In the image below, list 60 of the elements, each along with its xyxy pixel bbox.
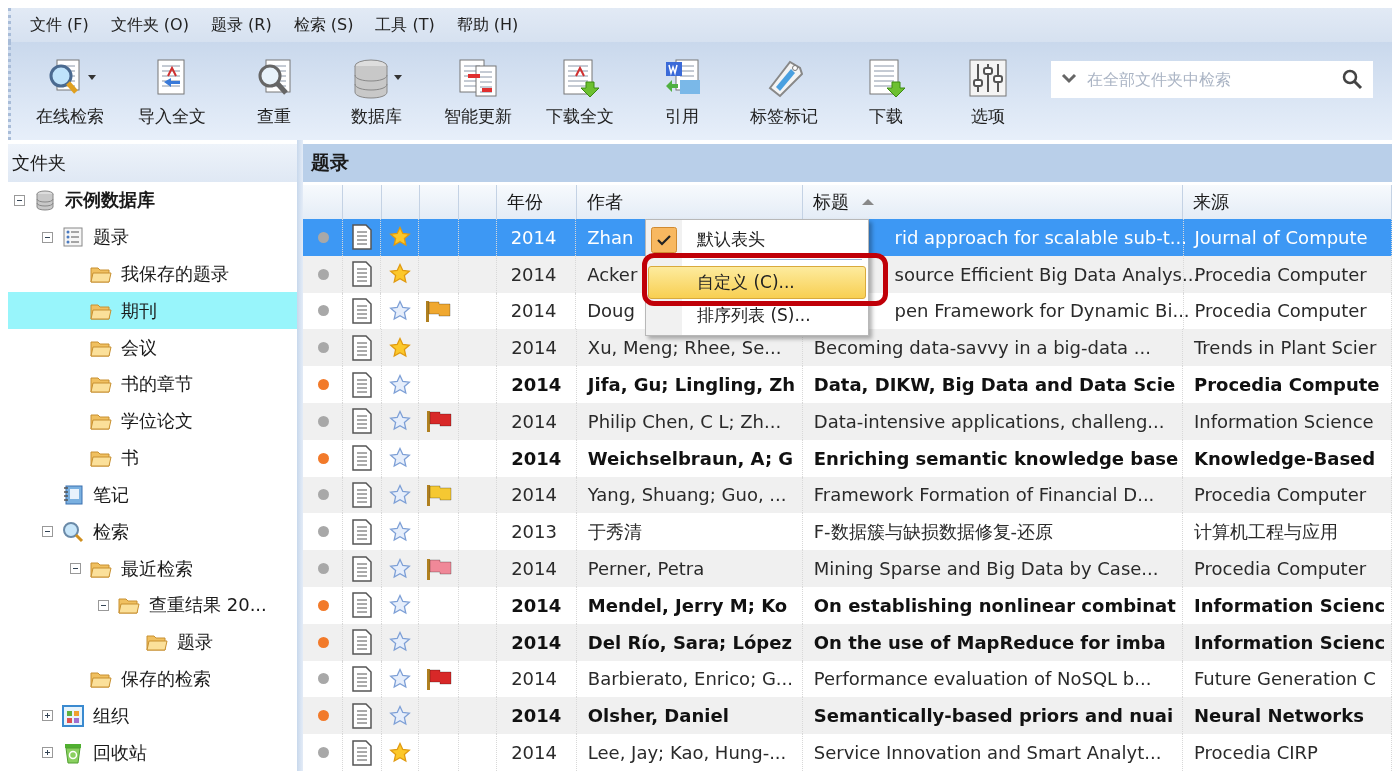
table-cell: Procedia Computer — [1193, 558, 1367, 580]
table-cell: 2014 — [511, 668, 557, 690]
table-cell: Becoming data-savvy in a big-data ... — [813, 337, 1151, 359]
table-cell: 2014 — [511, 447, 562, 469]
table-cell: Del Río, Sara; López — [587, 631, 792, 653]
table-cell: F-数据簇与缺损数据修复-还原 — [813, 519, 1054, 544]
table-cell: 2014 — [511, 410, 557, 432]
table-cell: Perner, Petra — [587, 558, 705, 580]
table-cell: 2014 — [511, 631, 562, 653]
table-cell: 于秀清 — [587, 519, 642, 544]
table-cell: Information Scienc — [1193, 594, 1386, 616]
table-cell: 2014 — [511, 558, 557, 580]
table-cell: On the use of MapReduce for imba — [813, 631, 1166, 653]
table-cell: Journal of Compute — [1194, 226, 1368, 248]
table-cell: Doug — [587, 300, 635, 322]
table-cell: Mining Sparse and Big Data by Case... — [813, 558, 1159, 580]
table-cell: Data-intensive applications, challeng... — [813, 410, 1165, 432]
table-cell: Enriching semantic knowledge base — [813, 447, 1179, 469]
table-cell: Zhan — [587, 226, 634, 248]
table-cell: 2014 — [511, 484, 557, 506]
table-cell-text: rid approach for scalable sub-t... — [893, 226, 1187, 248]
table-cell: 2013 — [511, 521, 557, 543]
table-cell: Acker — [587, 263, 638, 285]
table-cell: Philip Chen, C L; Zh... — [587, 410, 782, 432]
panel-title: 文件夹 — [8, 144, 297, 182]
table-cell: Barbierato, Enrico; G... — [587, 668, 794, 690]
table-cell: Olsher, Daniel — [587, 705, 729, 727]
table-cell: Performance evaluation of NoSQL b... — [813, 668, 1152, 690]
table-cell: 2014 — [511, 705, 562, 727]
table-cell: Procedia Compute — [1193, 374, 1380, 396]
table-cell: 2014 — [511, 337, 557, 359]
table-cell: Framework Formation of Financial D... — [813, 484, 1155, 506]
table-cell: Jifa, Gu; Lingling, Zh — [587, 374, 796, 396]
table-cell: Service Innovation and Smart Analyt... — [813, 742, 1162, 764]
table-cell-text: pen Framework for Dynamic Bi... — [893, 300, 1190, 322]
table-cell: Semantically-based priors and nuai — [813, 705, 1174, 727]
table-cell: 2014 — [510, 263, 557, 285]
table-cell: Information Scienc — [1193, 631, 1386, 653]
table-cell: 2014 — [510, 226, 557, 248]
table-cell: Information Science — [1193, 410, 1374, 432]
table-cell: Mendel, Jerry M; Ko — [587, 594, 788, 616]
panel-title: 题录 — [303, 144, 1392, 182]
table-cell: Xu, Meng; Rhee, Se... — [587, 337, 782, 359]
table-cell: Future Generation C — [1193, 668, 1376, 690]
table-cell: Weichselbraun, A; G — [587, 447, 794, 469]
table-cell: Yang, Shuang; Guo, ... — [587, 484, 787, 506]
table-cell: Trends in Plant Scier — [1193, 337, 1377, 359]
table-cell: 2014 — [511, 742, 557, 764]
table-cell: Lee, Jay; Kao, Hung-... — [587, 742, 787, 764]
table-cell: 2014 — [511, 594, 562, 616]
table-cell: Procedia Computer — [1194, 300, 1367, 322]
table-cell: 2014 — [511, 374, 562, 396]
table-cell: Neural Networks — [1193, 705, 1364, 727]
table-cell: On establishing nonlinear combinat — [813, 594, 1176, 616]
table-cell: Procedia CIRP — [1193, 742, 1318, 764]
table-cell: Procedia Computer — [1193, 484, 1367, 506]
table-cell: Knowledge-Based — [1193, 447, 1376, 469]
table-cell: 计算机工程与应用 — [1193, 519, 1338, 544]
table-cell: 2014 — [510, 300, 557, 322]
table-cell: Data, DIKW, Big Data and Data Scie — [813, 374, 1176, 396]
